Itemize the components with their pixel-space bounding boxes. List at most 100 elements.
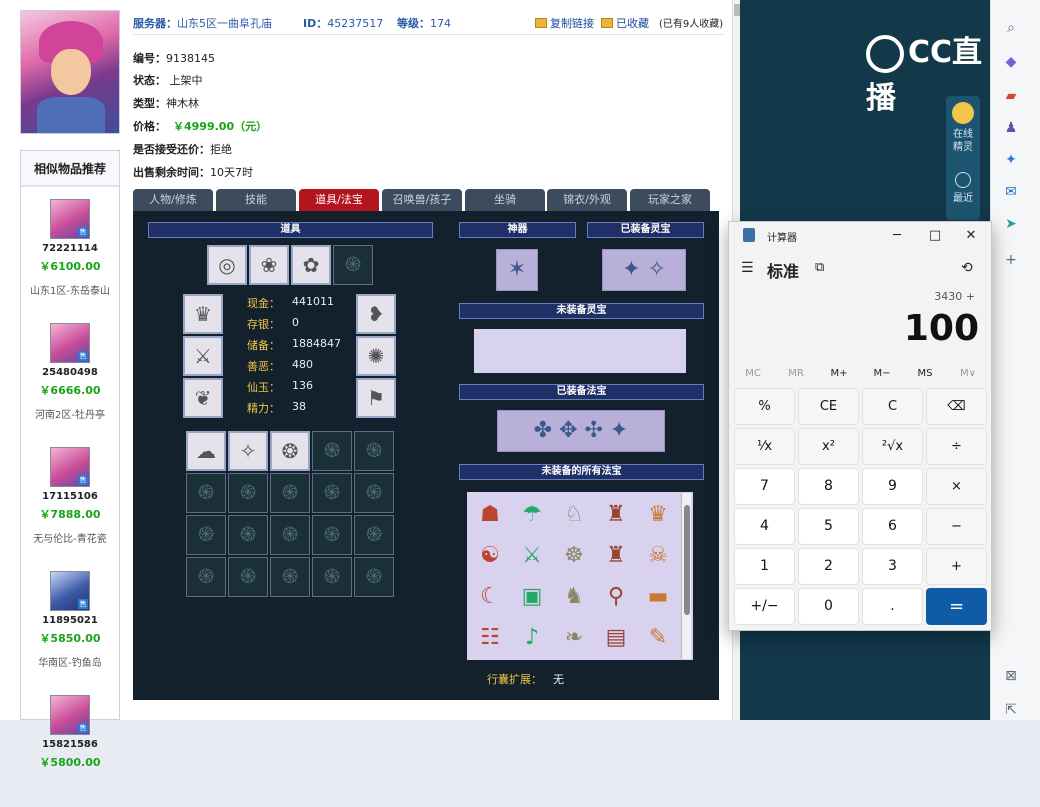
history-icon[interactable]: ⟲ xyxy=(961,260,973,276)
fabao-item[interactable]: ♜ xyxy=(595,494,637,536)
calc-key[interactable]: 7 xyxy=(734,468,795,505)
fabao-item[interactable]: ♪ xyxy=(511,617,553,659)
fabao-item[interactable]: ⚲ xyxy=(595,576,637,618)
calc-key[interactable]: 1 xyxy=(734,548,795,585)
calculator-titlebar[interactable]: 计算器 ─ □ ✕ xyxy=(729,222,991,250)
similar-item[interactable]: 售 17115106 ￥7888.00 无与伦比-青花瓷 xyxy=(21,447,119,559)
artifact-item[interactable]: ✶ xyxy=(496,249,538,291)
calc-key[interactable]: % xyxy=(734,388,795,425)
equip-slot[interactable]: ✺ xyxy=(356,336,396,376)
fabao-item[interactable]: ☾ xyxy=(469,576,511,618)
equipped-lingbao-item[interactable]: ✦ ✧ xyxy=(602,249,686,291)
equip-slot[interactable]: ✿ xyxy=(291,245,331,285)
bag-slot[interactable]: ֍ xyxy=(312,473,352,513)
memory-button[interactable]: MR xyxy=(776,368,816,379)
similar-item[interactable]: 售 15821586 ￥5800.00 xyxy=(21,695,119,807)
tab-4[interactable]: 坐骑 xyxy=(465,189,545,211)
outlook-icon[interactable]: ✉ xyxy=(1001,182,1021,202)
calc-key[interactable]: 8 xyxy=(798,468,859,505)
calc-key[interactable]: ¹⁄x xyxy=(734,428,795,465)
fabao-item[interactable]: ✎ xyxy=(637,617,679,659)
bag-slot[interactable]: ֍ xyxy=(186,515,226,555)
calc-key[interactable]: 9 xyxy=(862,468,923,505)
equip-slot[interactable]: ♛ xyxy=(183,294,223,334)
calc-key[interactable]: 5 xyxy=(798,508,859,545)
bag-slot[interactable]: ֍ xyxy=(354,473,394,513)
memory-button[interactable]: MS xyxy=(905,368,945,379)
calc-key[interactable]: = xyxy=(926,588,987,625)
bag-slot[interactable]: ֍ xyxy=(270,473,310,513)
similar-item[interactable]: 售 25480498 ￥6666.00 河南2区-牡丹亭 xyxy=(21,323,119,435)
bag-slot[interactable]: ֍ xyxy=(186,473,226,513)
memory-button[interactable]: M∨ xyxy=(948,368,988,379)
fabao-item[interactable]: ☗ xyxy=(469,494,511,536)
memory-button[interactable]: MC xyxy=(733,368,773,379)
bag-slot[interactable]: ֍ xyxy=(270,557,310,597)
memory-button[interactable]: M− xyxy=(862,368,902,379)
calc-key[interactable]: C xyxy=(862,388,923,425)
bag-slot[interactable]: ֍ xyxy=(312,557,352,597)
equip-slot[interactable]: ❀ xyxy=(249,245,289,285)
calc-key[interactable]: 3 xyxy=(862,548,923,585)
add-icon[interactable]: + xyxy=(1001,250,1021,270)
calc-key[interactable]: 2 xyxy=(798,548,859,585)
tab-6[interactable]: 玩家之家 xyxy=(630,189,710,211)
fabao-item[interactable]: ⚔ xyxy=(511,535,553,577)
fabao-item[interactable]: ▬ xyxy=(637,576,679,618)
briefcase-icon[interactable]: ▰ xyxy=(1001,86,1021,106)
memory-button[interactable]: M+ xyxy=(819,368,859,379)
equip-slot[interactable]: ֍ xyxy=(333,245,373,285)
bag-slot[interactable]: ֍ xyxy=(186,557,226,597)
favorited-button[interactable]: 已收藏 xyxy=(601,15,649,31)
fabao-item[interactable]: ☠ xyxy=(637,535,679,577)
fabao-item[interactable]: ☷ xyxy=(469,617,511,659)
online-sprite-widget[interactable]: 在线 精灵 最近 xyxy=(946,96,980,220)
fabao-scrollbar[interactable] xyxy=(681,493,691,659)
bag-slot[interactable]: ֍ xyxy=(354,431,394,471)
calc-key[interactable]: . xyxy=(862,588,923,625)
calc-key[interactable]: +/− xyxy=(734,588,795,625)
fabao-item[interactable]: ❧ xyxy=(553,617,595,659)
hamburger-menu-icon[interactable]: ☰ xyxy=(741,260,754,276)
equip-slot[interactable]: ⚔ xyxy=(183,336,223,376)
bag-slot[interactable]: ֍ xyxy=(228,557,268,597)
equip-slot[interactable]: ◎ xyxy=(207,245,247,285)
tab-1[interactable]: 技能 xyxy=(216,189,296,211)
calc-key[interactable]: 6 xyxy=(862,508,923,545)
minimize-icon[interactable]: ─ xyxy=(885,226,909,246)
tab-5[interactable]: 锦衣/外观 xyxy=(547,189,627,211)
fabao-item[interactable]: ☸ xyxy=(553,535,595,577)
bag-slot[interactable]: ֍ xyxy=(354,515,394,555)
equip-slot[interactable]: ❦ xyxy=(183,378,223,418)
calc-key[interactable]: ⌫ xyxy=(926,388,987,425)
fabao-item[interactable]: ♞ xyxy=(553,576,595,618)
bag-slot[interactable]: ֍ xyxy=(354,557,394,597)
fabao-item[interactable]: ▤ xyxy=(595,617,637,659)
copilot-icon[interactable]: ✦ xyxy=(1001,150,1021,170)
collections-icon[interactable]: ◆ xyxy=(1001,52,1021,72)
bag-slot[interactable]: ֍ xyxy=(270,515,310,555)
search-icon[interactable]: ⌕ xyxy=(1001,18,1021,38)
fabao-item[interactable]: ♜ xyxy=(595,535,637,577)
fabao-item[interactable]: ☯ xyxy=(469,535,511,577)
bag-slot[interactable]: ֍ xyxy=(312,515,352,555)
bag-slot[interactable]: ֍ xyxy=(312,431,352,471)
calc-key[interactable]: 0 xyxy=(798,588,859,625)
bag-slot[interactable]: ❂ xyxy=(270,431,310,471)
calc-key[interactable]: ÷ xyxy=(926,428,987,465)
calc-key[interactable]: CE xyxy=(798,388,859,425)
fabao-item[interactable]: ♘ xyxy=(553,494,595,536)
similar-item[interactable]: 售 72221114 ￥6100.00 山东1区-东岳泰山 xyxy=(21,199,119,311)
external-icon[interactable]: ⇱ xyxy=(1001,700,1021,720)
equip-slot[interactable]: ❥ xyxy=(356,294,396,334)
close-icon[interactable]: ✕ xyxy=(959,226,983,246)
similar-item[interactable]: 售 11895021 ￥5850.00 华南区-钓鱼岛 xyxy=(21,571,119,683)
calc-key[interactable]: x² xyxy=(798,428,859,465)
fabao-item[interactable]: ▣ xyxy=(511,576,553,618)
bag-slot[interactable]: ☁ xyxy=(186,431,226,471)
maximize-icon[interactable]: □ xyxy=(923,226,947,246)
tab-2[interactable]: 道具/法宝 xyxy=(299,189,379,211)
bag-slot[interactable]: ֍ xyxy=(228,515,268,555)
fabao-item[interactable]: ☂ xyxy=(511,494,553,536)
fabao-item[interactable]: ♛ xyxy=(637,494,679,536)
